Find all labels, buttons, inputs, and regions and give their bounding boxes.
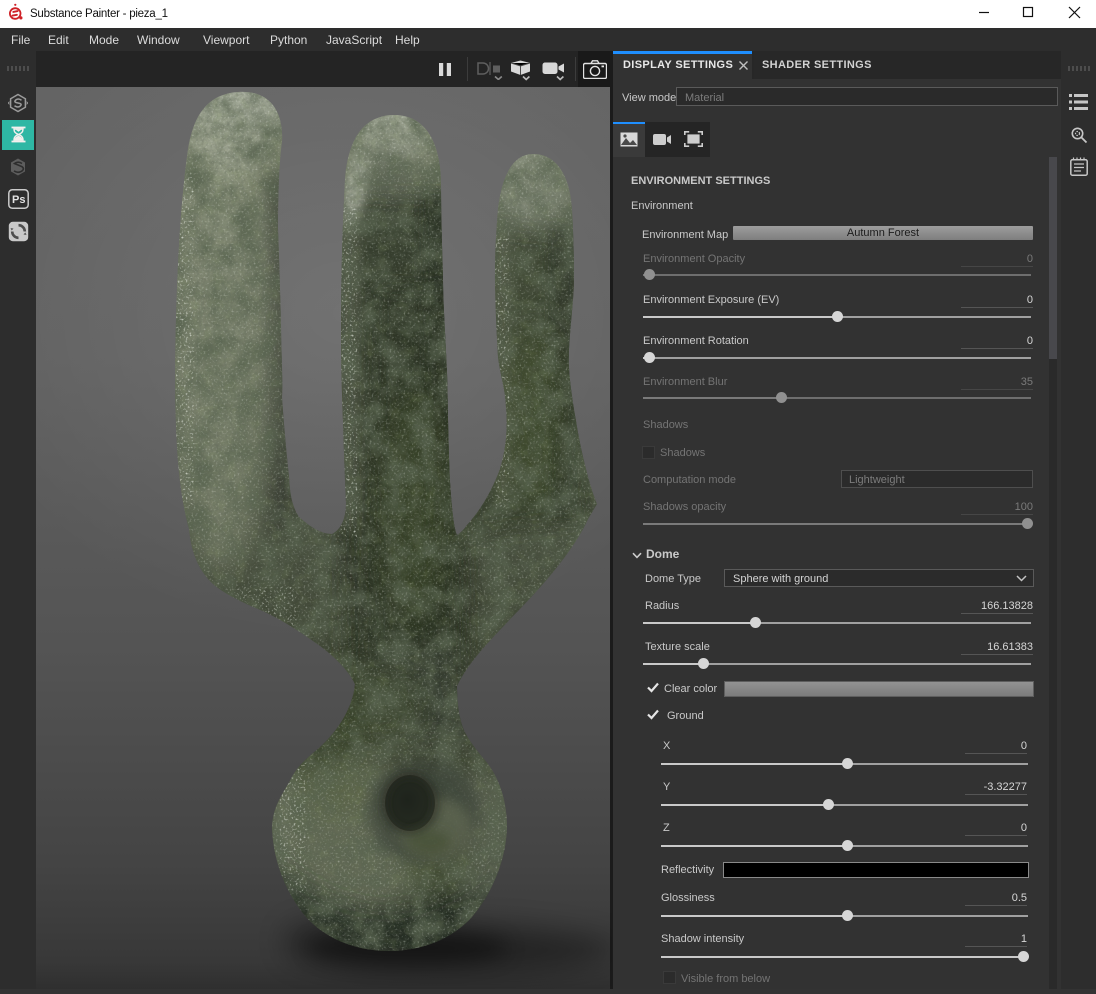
svg-text:Ps: Ps bbox=[12, 194, 25, 206]
